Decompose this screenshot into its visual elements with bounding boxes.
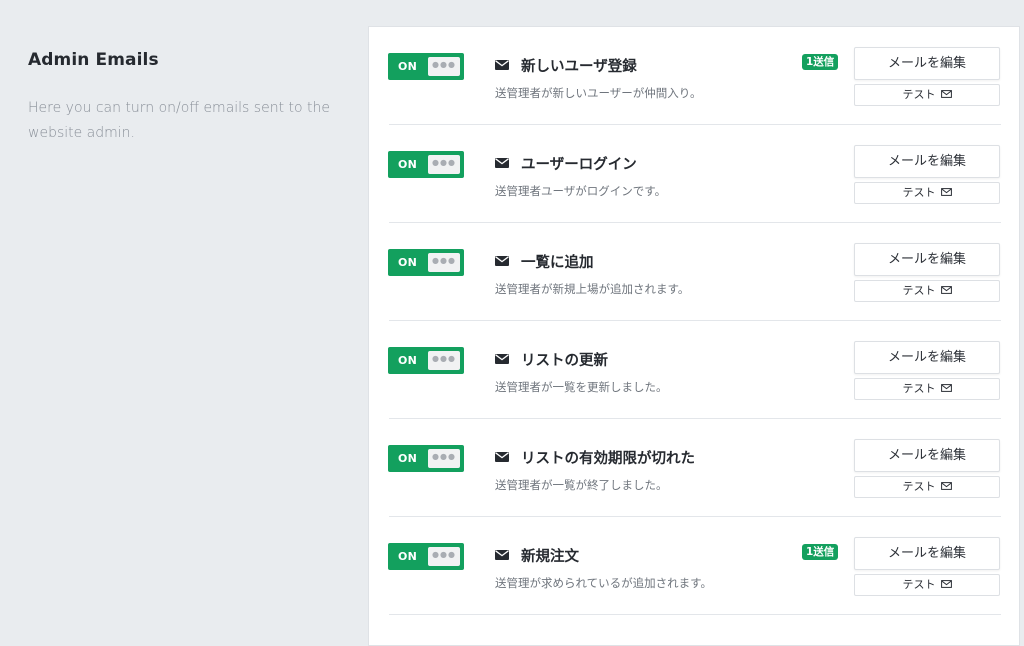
edit-email-button[interactable]: メールを編集 bbox=[854, 145, 1000, 178]
test-email-button[interactable]: テスト bbox=[854, 378, 1000, 400]
edit-email-button[interactable]: メールを編集 bbox=[854, 47, 1000, 80]
test-button-label: テスト bbox=[902, 186, 936, 199]
test-email-button[interactable]: テスト bbox=[854, 182, 1000, 204]
email-title: 新規注文 bbox=[521, 549, 579, 565]
sent-count-badge: 1送信 bbox=[802, 544, 839, 560]
envelope-outline-icon bbox=[940, 384, 952, 392]
email-description: 送管理者が新規上場が追加されます。 bbox=[495, 282, 690, 296]
toggle-knob[interactable]: ●●● bbox=[428, 351, 460, 370]
toggle-state-label: ON bbox=[398, 60, 418, 73]
envelope-outline-icon bbox=[940, 482, 952, 490]
section-title: Admin Emails bbox=[28, 50, 159, 70]
test-email-button[interactable]: テスト bbox=[854, 574, 1000, 596]
toggle-knob[interactable]: ●●● bbox=[428, 449, 460, 468]
email-row-new-order: ON ●●● 新規注文 送管理が求められているが追加されます。 1送信 メールを… bbox=[369, 517, 1001, 615]
grip-icon: ●●● bbox=[432, 550, 456, 559]
envelope-outline-icon bbox=[940, 90, 952, 98]
sent-count-badge: 1送信 bbox=[802, 54, 839, 70]
envelope-icon bbox=[495, 158, 509, 168]
admin-emails-panel: ON ●●● 新しいユーザ登録 送管理者が新しいユーザーが仲間入り。 1送信 メ… bbox=[368, 26, 1020, 646]
email-description: 送管理が求められているが追加されます。 bbox=[495, 576, 713, 590]
edit-email-button[interactable]: メールを編集 bbox=[854, 243, 1000, 276]
test-button-label: テスト bbox=[902, 578, 936, 591]
email-description: 送管理者が一覧が終了しました。 bbox=[495, 478, 668, 492]
toggle-state-label: ON bbox=[398, 158, 418, 171]
envelope-outline-icon bbox=[940, 286, 952, 294]
email-row-listing-expired: ON ●●● リストの有効期限が切れた 送管理者が一覧が終了しました。 メールを… bbox=[369, 419, 1001, 517]
email-title: リストの更新 bbox=[521, 353, 608, 369]
email-toggle[interactable]: ON ●●● bbox=[388, 53, 464, 80]
edit-email-button[interactable]: メールを編集 bbox=[854, 341, 1000, 374]
grip-icon: ●●● bbox=[432, 256, 456, 265]
toggle-knob[interactable]: ●●● bbox=[428, 547, 460, 566]
email-row-listing-added: ON ●●● 一覧に追加 送管理者が新規上場が追加されます。 メールを編集 テス… bbox=[369, 223, 1001, 321]
test-email-button[interactable]: テスト bbox=[854, 280, 1000, 302]
email-title: 新しいユーザ登録 bbox=[521, 59, 637, 75]
email-description: 送管理者が一覧を更新しました。 bbox=[495, 380, 668, 394]
edit-email-button[interactable]: メールを編集 bbox=[854, 537, 1000, 570]
email-toggle[interactable]: ON ●●● bbox=[388, 543, 464, 570]
grip-icon: ●●● bbox=[432, 354, 456, 363]
grip-icon: ●●● bbox=[432, 60, 456, 69]
section-description: Here you can turn on/off emails sent to … bbox=[28, 100, 330, 141]
toggle-knob[interactable]: ●●● bbox=[428, 155, 460, 174]
toggle-state-label: ON bbox=[398, 550, 418, 563]
envelope-outline-icon bbox=[940, 580, 952, 588]
test-button-label: テスト bbox=[902, 284, 936, 297]
toggle-knob[interactable]: ●●● bbox=[428, 57, 460, 76]
test-button-label: テスト bbox=[902, 88, 936, 101]
email-title: 一覧に追加 bbox=[521, 255, 594, 271]
email-toggle[interactable]: ON ●●● bbox=[388, 347, 464, 374]
toggle-state-label: ON bbox=[398, 452, 418, 465]
test-button-label: テスト bbox=[902, 480, 936, 493]
email-toggle[interactable]: ON ●●● bbox=[388, 151, 464, 178]
email-title: リストの有効期限が切れた bbox=[521, 451, 695, 467]
email-row-listing-updated: ON ●●● リストの更新 送管理者が一覧を更新しました。 メールを編集 テスト bbox=[369, 321, 1001, 419]
email-toggle[interactable]: ON ●●● bbox=[388, 249, 464, 276]
email-description: 送管理者が新しいユーザーが仲間入り。 bbox=[495, 86, 702, 100]
email-row-user-login: ON ●●● ユーザーログイン 送管理者ユーザがログインです。 メールを編集 テ… bbox=[369, 125, 1001, 223]
toggle-state-label: ON bbox=[398, 354, 418, 367]
email-row-new-user: ON ●●● 新しいユーザ登録 送管理者が新しいユーザーが仲間入り。 1送信 メ… bbox=[369, 27, 1001, 125]
email-toggle[interactable]: ON ●●● bbox=[388, 445, 464, 472]
test-email-button[interactable]: テスト bbox=[854, 476, 1000, 498]
email-title: ユーザーログイン bbox=[521, 157, 637, 173]
test-button-label: テスト bbox=[902, 382, 936, 395]
envelope-icon bbox=[495, 60, 509, 70]
envelope-icon bbox=[495, 354, 509, 364]
envelope-icon bbox=[495, 256, 509, 266]
toggle-knob[interactable]: ●●● bbox=[428, 253, 460, 272]
grip-icon: ●●● bbox=[432, 452, 456, 461]
edit-email-button[interactable]: メールを編集 bbox=[854, 439, 1000, 472]
email-description: 送管理者ユーザがログインです。 bbox=[495, 184, 667, 198]
admin-emails-intro: Admin Emails Here you can turn on/off em… bbox=[28, 50, 338, 146]
envelope-icon bbox=[495, 452, 509, 462]
test-email-button[interactable]: テスト bbox=[854, 84, 1000, 106]
row-divider bbox=[389, 614, 1001, 615]
envelope-icon bbox=[495, 550, 509, 560]
toggle-state-label: ON bbox=[398, 256, 418, 269]
grip-icon: ●●● bbox=[432, 158, 456, 167]
envelope-outline-icon bbox=[940, 188, 952, 196]
